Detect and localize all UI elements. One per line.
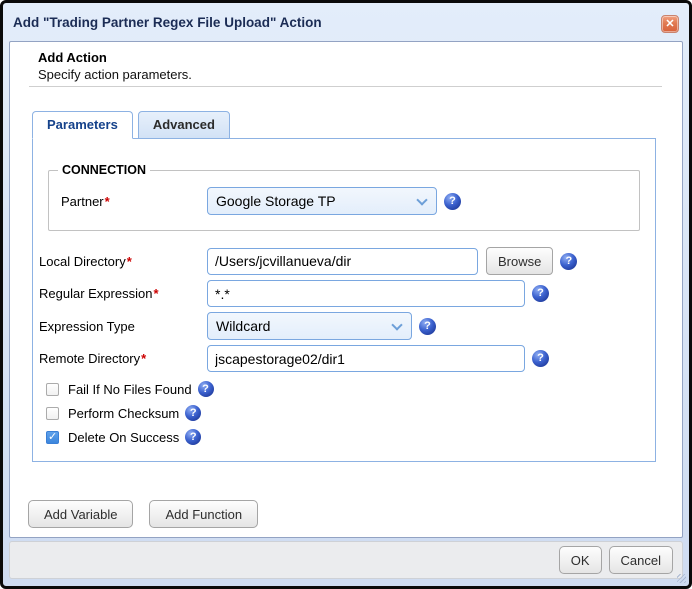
required-asterisk: *	[141, 351, 146, 366]
remote-directory-input[interactable]	[207, 345, 525, 372]
regular-expression-input[interactable]	[207, 280, 525, 307]
expression-type-help-icon[interactable]: ?	[419, 318, 436, 335]
local-directory-label: Local Directory*	[39, 254, 207, 269]
perform-checksum-row: Perform Checksum ?	[33, 405, 655, 421]
tab-advanced[interactable]: Advanced	[138, 111, 230, 139]
partner-row: Partner* Google Storage TP ?	[49, 187, 639, 215]
expression-type-select-value: Wildcard	[216, 318, 270, 334]
cancel-button[interactable]: Cancel	[609, 546, 673, 574]
checkbox-group: Fail If No Files Found ? Perform Checksu…	[33, 381, 655, 445]
header-divider	[29, 86, 662, 87]
partner-select-value: Google Storage TP	[216, 193, 336, 209]
chevron-down-icon	[391, 319, 402, 330]
tab-bar: Parameters Advanced	[32, 111, 682, 139]
fail-if-no-files-found-checkbox[interactable]	[46, 383, 59, 396]
expression-type-label: Expression Type	[39, 319, 207, 334]
parameters-tab-panel: CONNECTION Partner* Google Storage TP ? …	[32, 138, 656, 462]
form-rows: Local Directory* Browse ? Regular Expres…	[33, 247, 655, 372]
panel-subtitle: Specify action parameters.	[38, 66, 682, 83]
partner-label: Partner*	[61, 194, 207, 209]
wizard-panel: Add Action Specify action parameters. Pa…	[9, 41, 683, 538]
regular-expression-label: Regular Expression*	[39, 286, 207, 301]
partner-help-icon[interactable]: ?	[444, 193, 461, 210]
delete-on-success-checkbox[interactable]	[46, 431, 59, 444]
add-variable-button[interactable]: Add Variable	[28, 500, 133, 528]
remote-directory-label: Remote Directory*	[39, 351, 207, 366]
fail-if-no-files-found-label: Fail If No Files Found	[68, 382, 192, 397]
add-function-button[interactable]: Add Function	[149, 500, 258, 528]
perform-checksum-label: Perform Checksum	[68, 406, 179, 421]
browse-button[interactable]: Browse	[486, 247, 553, 275]
fail-if-no-files-found-help-icon[interactable]: ?	[198, 381, 214, 397]
connection-fieldset: CONNECTION Partner* Google Storage TP ?	[48, 163, 640, 231]
local-directory-row: Local Directory* Browse ?	[33, 247, 655, 275]
remote-directory-label-text: Remote Directory	[39, 351, 140, 366]
dialog-title: Add "Trading Partner Regex File Upload" …	[13, 15, 322, 30]
resize-grip-icon[interactable]	[677, 574, 686, 583]
chevron-down-icon	[416, 194, 427, 205]
partner-select[interactable]: Google Storage TP	[207, 187, 437, 215]
required-asterisk: *	[127, 254, 132, 269]
delete-on-success-row: Delete On Success ?	[33, 429, 655, 445]
tab-advanced-label: Advanced	[153, 117, 215, 132]
tab-parameters-label: Parameters	[47, 117, 118, 132]
close-button[interactable]: ✕	[661, 15, 679, 33]
perform-checksum-help-icon[interactable]: ?	[185, 405, 201, 421]
perform-checksum-checkbox[interactable]	[46, 407, 59, 420]
expression-type-row: Expression Type Wildcard ?	[33, 312, 655, 340]
ok-button[interactable]: OK	[559, 546, 602, 574]
variable-function-buttons: Add Variable Add Function	[28, 500, 682, 528]
remote-directory-help-icon[interactable]: ?	[532, 350, 549, 367]
expression-type-label-text: Expression Type	[39, 319, 135, 334]
expression-type-select[interactable]: Wildcard	[207, 312, 412, 340]
local-directory-input[interactable]	[207, 248, 478, 275]
regular-expression-help-icon[interactable]: ?	[532, 285, 549, 302]
regular-expression-row: Regular Expression* ?	[33, 280, 655, 307]
required-asterisk: *	[105, 194, 110, 209]
footer-bar: OK Cancel	[9, 541, 683, 579]
partner-label-text: Partner	[61, 194, 104, 209]
panel-header: Add Action Specify action parameters.	[10, 42, 682, 83]
delete-on-success-label: Delete On Success	[68, 430, 179, 445]
add-action-dialog: Add "Trading Partner Regex File Upload" …	[0, 0, 692, 589]
fail-if-no-files-found-row: Fail If No Files Found ?	[33, 381, 655, 397]
required-asterisk: *	[153, 286, 158, 301]
tab-parameters[interactable]: Parameters	[32, 111, 133, 139]
regular-expression-label-text: Regular Expression	[39, 286, 152, 301]
connection-legend: CONNECTION	[58, 163, 150, 177]
delete-on-success-help-icon[interactable]: ?	[185, 429, 201, 445]
close-icon: ✕	[665, 18, 674, 30]
dialog-titlebar[interactable]: Add "Trading Partner Regex File Upload" …	[3, 3, 689, 41]
local-directory-label-text: Local Directory	[39, 254, 126, 269]
local-directory-help-icon[interactable]: ?	[560, 253, 577, 270]
remote-directory-row: Remote Directory* ?	[33, 345, 655, 372]
panel-title: Add Action	[38, 49, 682, 66]
